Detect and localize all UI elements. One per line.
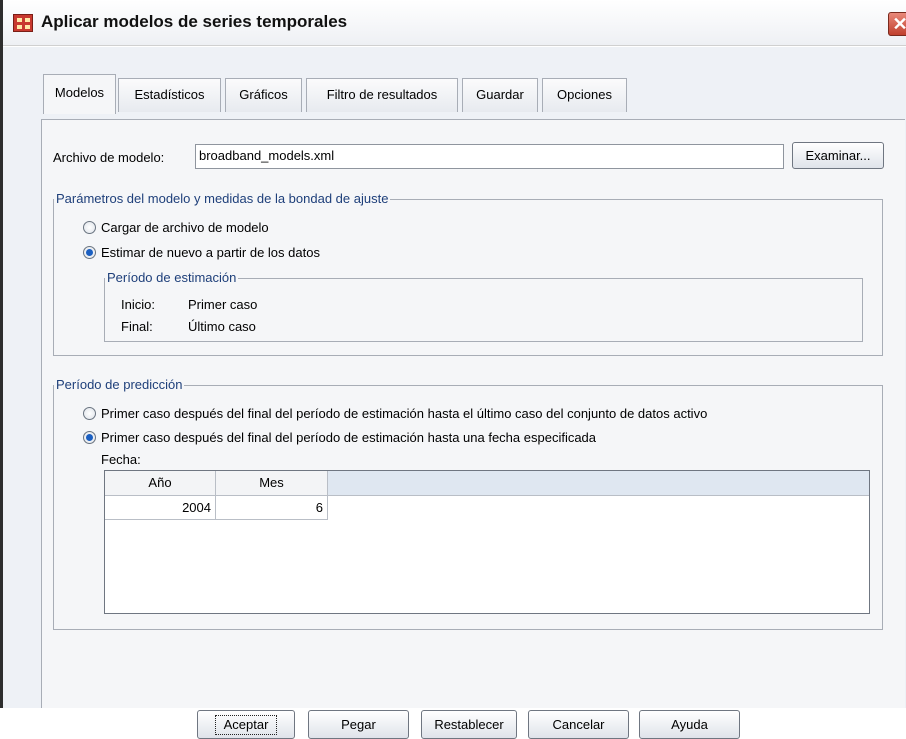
title-bar[interactable]: Aplicar modelos de series temporales ✕ [3,0,906,46]
estimation-period-legend: Período de estimación [105,270,239,285]
forecast-period-legend: Período de predicción [54,377,185,392]
parameters-legend: Parámetros del modelo y medidas de la bo… [54,191,391,206]
date-grid[interactable]: Año Mes 2004 6 [104,470,870,614]
radio-reestimate[interactable]: Estimar de nuevo a partir de los datos [83,245,320,260]
radio-forecast-date-label: Primer caso después del final del períod… [101,430,597,445]
paste-button[interactable]: Pegar [308,710,409,739]
grid-cell-year[interactable]: 2004 [105,496,216,520]
tab-opciones[interactable]: Opciones [542,78,627,112]
forecast-period-group: Período de predicción Primer caso despué… [53,377,883,630]
radio-selected-icon[interactable] [83,431,96,444]
ok-button-label: Aceptar [214,715,278,735]
grid-cell-month[interactable]: 6 [216,496,328,520]
tab-graficos[interactable]: Gráficos [225,78,302,112]
browse-button[interactable]: Examinar... [792,142,884,169]
spss-app-icon [13,14,33,32]
dialog-body: Modelos Estadísticos Gráficos Filtro de … [3,47,906,739]
tab-estadisticos[interactable]: Estadísticos [118,78,221,112]
radio-forecast-to-active-end[interactable]: Primer caso después del final del períod… [83,406,707,421]
estimation-start-label: Inicio: [121,297,155,312]
window-title: Aplicar modelos de series temporales [41,12,348,31]
tab-panel-modelos: Archivo de modelo: broadband_models.xml … [41,119,905,739]
tab-filtro-de-resultados[interactable]: Filtro de resultados [306,78,458,112]
cancel-button[interactable]: Cancelar [528,710,629,739]
estimation-end-value: Último caso [188,319,256,334]
radio-circle-icon[interactable] [83,221,96,234]
grid-header-month: Mes [216,471,328,496]
radio-selected-icon[interactable] [83,246,96,259]
estimation-start-value: Primer caso [188,297,258,312]
date-label: Fecha: [101,452,141,467]
close-icon[interactable]: ✕ [888,12,906,36]
radio-circle-icon[interactable] [83,407,96,420]
grid-header-filler [328,471,869,496]
parameters-group: Parámetros del modelo y medidas de la bo… [53,191,883,356]
radio-reestimate-label: Estimar de nuevo a partir de los datos [101,245,320,260]
estimation-period-group: Período de estimación Inicio: Primer cas… [104,270,863,342]
model-file-label: Archivo de modelo: [53,150,165,165]
estimation-end-label: Final: [121,319,153,334]
reset-button[interactable]: Restablecer [421,710,517,739]
dialog-window: Aplicar modelos de series temporales ✕ M… [0,0,906,739]
help-button[interactable]: Ayuda [639,710,740,739]
radio-load-label: Cargar de archivo de modelo [101,220,269,235]
radio-load-from-file[interactable]: Cargar de archivo de modelo [83,220,269,235]
radio-forecast-to-date[interactable]: Primer caso después del final del períod… [83,430,596,445]
model-file-input[interactable]: broadband_models.xml [195,144,784,169]
ok-button[interactable]: Aceptar [197,710,295,739]
grid-header-year: Año [105,471,216,496]
tab-modelos[interactable]: Modelos [43,74,116,114]
radio-forecast-active-label: Primer caso después del final del períod… [101,406,708,421]
tab-guardar[interactable]: Guardar [462,78,538,112]
